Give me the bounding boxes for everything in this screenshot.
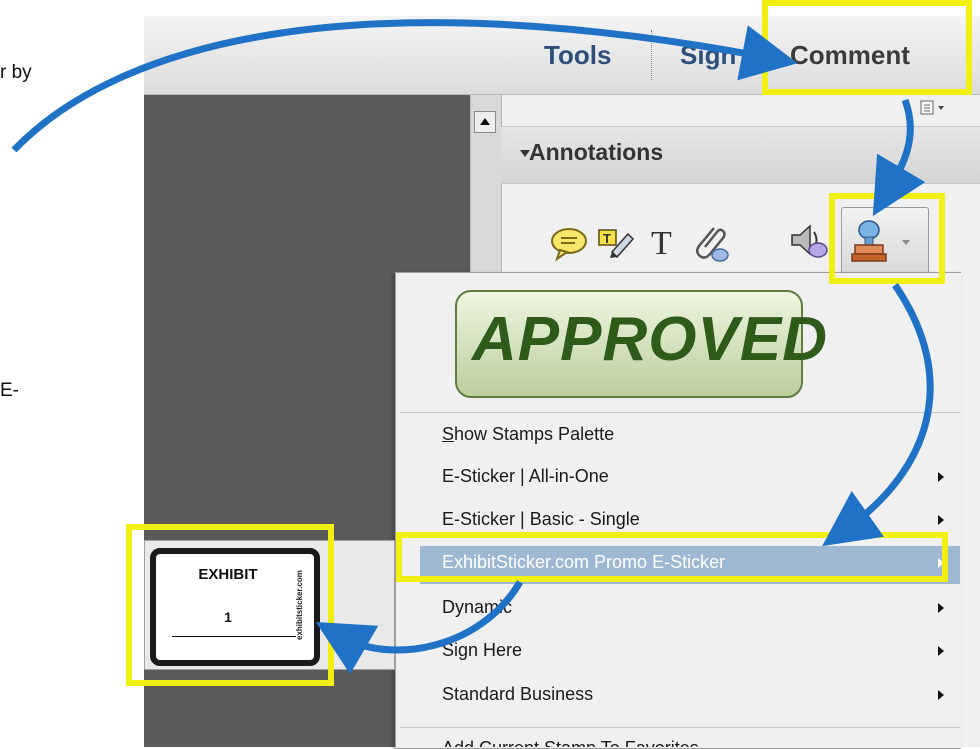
tutorial-arrows: [11, 19, 934, 675]
arrow-to-exhibit-preview: [315, 580, 524, 675]
arrow-to-stamp-tool: [872, 98, 926, 217]
arrow-to-promo-item: [822, 283, 934, 547]
arrow-to-comment: [11, 19, 798, 153]
